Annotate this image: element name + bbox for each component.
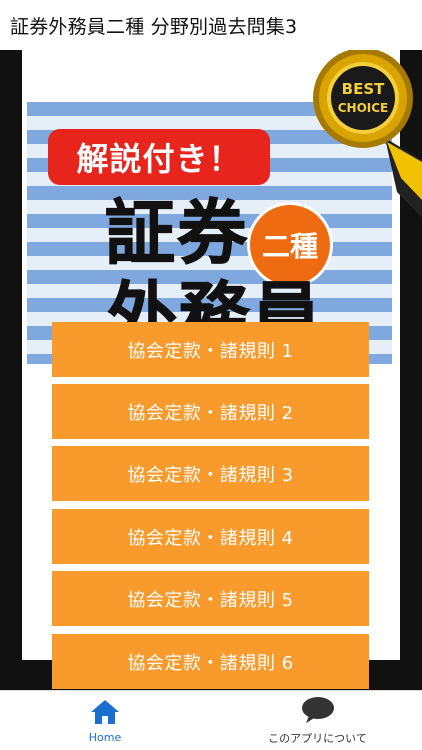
explanation-tag: 解説付き！ — [48, 129, 270, 185]
best-choice-badge: BEST CHOICE — [305, 50, 422, 218]
nav-home[interactable]: Home — [60, 691, 150, 750]
home-icon — [90, 699, 120, 729]
nav-home-label: Home — [88, 730, 122, 744]
chat-bubble-icon — [301, 696, 335, 728]
app-bar: 証券外務員二種 分野別過去問集3 — [0, 0, 422, 50]
bottom-navigation: Home このアプリについて — [0, 690, 422, 750]
menu-item-5[interactable]: 協会定款・諸規則 5 — [52, 571, 369, 626]
menu-item-1[interactable]: 協会定款・諸規則 1 — [52, 322, 369, 377]
menu-item-6[interactable]: 協会定款・諸規則 6 — [52, 634, 369, 689]
nav-about-label: このアプリについて — [268, 732, 367, 745]
menu-item-4[interactable]: 協会定款・諸規則 4 — [52, 509, 369, 564]
menu-item-2[interactable]: 協会定款・諸規則 2 — [52, 384, 369, 439]
nav-about[interactable]: このアプリについて — [230, 691, 405, 750]
banner-title-line1: 証券 — [105, 192, 249, 274]
badge-text-line2: CHOICE — [338, 101, 389, 115]
content-area[interactable]: 解説付き！ 証券 二種 外務員 BEST CHOICE 協会定款・諸規則 1 協… — [0, 50, 422, 690]
app-title: 証券外務員二種 分野別過去問集3 — [10, 15, 298, 38]
menu-item-3[interactable]: 協会定款・諸規則 3 — [52, 446, 369, 501]
badge-text-line1: BEST — [342, 80, 385, 98]
